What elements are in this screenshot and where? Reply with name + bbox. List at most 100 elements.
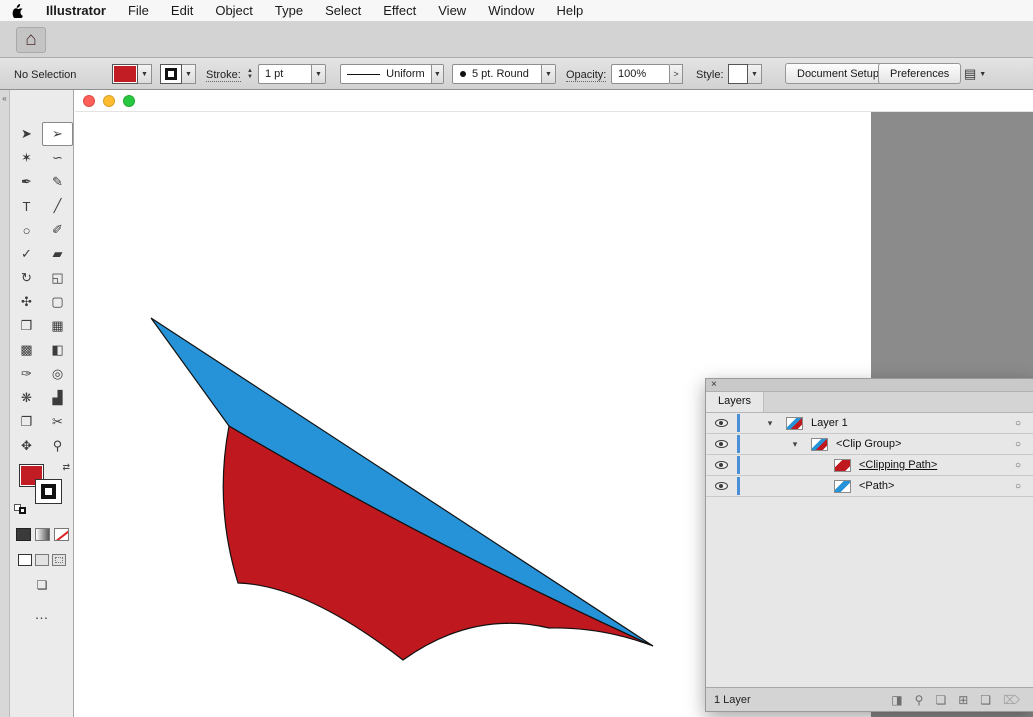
expand-chevron-icon[interactable]: ▾ <box>764 418 776 429</box>
perspective-grid-tool[interactable]: ▦ <box>42 314 73 338</box>
free-transform-tool[interactable]: ▢ <box>42 290 73 314</box>
menu-type[interactable]: Type <box>275 3 303 18</box>
default-fill-stroke-icon[interactable] <box>14 504 26 514</box>
collect-for-export-icon[interactable]: ❏ <box>935 693 946 707</box>
close-window-button[interactable] <box>83 94 95 107</box>
ellipse-tool[interactable]: ○ <box>11 218 42 242</box>
delete-selection-icon[interactable]: ⌦ <box>1003 693 1020 707</box>
layer-row-path[interactable]: <Path> ○ <box>706 476 1033 497</box>
new-sublayer-icon[interactable]: ⊞ <box>958 693 968 707</box>
target-circle-icon[interactable]: ○ <box>1015 418 1021 429</box>
stroke-color-swatch[interactable] <box>160 64 182 84</box>
screen-mode-icon[interactable]: ❏ <box>10 578 74 592</box>
gradient-mode-button[interactable] <box>34 528 50 541</box>
brush-dropdown-icon[interactable]: ▼ <box>541 65 555 83</box>
new-layer-icon[interactable]: ❑ <box>980 693 991 707</box>
collapse-panels-icon[interactable]: « <box>2 94 6 103</box>
hand-tool[interactable]: ✥ <box>11 434 42 458</box>
menu-window[interactable]: Window <box>488 3 534 18</box>
layer-row-clipping-path[interactable]: <Clipping Path> ○ <box>706 455 1033 476</box>
curvature-tool[interactable]: ✎ <box>42 170 73 194</box>
menu-edit[interactable]: Edit <box>171 3 193 18</box>
zoom-tool[interactable]: ⚲ <box>42 434 73 458</box>
magic-wand-tool[interactable]: ✶ <box>11 146 42 170</box>
color-mode-button[interactable] <box>15 528 31 541</box>
paintbrush-tool[interactable]: ✐ <box>42 218 73 242</box>
visibility-eye-icon[interactable] <box>714 482 728 490</box>
swap-fill-stroke-icon[interactable]: ⇄ <box>62 462 70 473</box>
fill-dropdown-icon[interactable]: ▼ <box>138 64 152 84</box>
draw-inside-icon[interactable] <box>52 554 66 566</box>
stroke-dropdown-icon[interactable]: ▼ <box>182 64 196 84</box>
arrange-documents-control[interactable]: ▤ ▼ <box>964 66 986 82</box>
draw-behind-icon[interactable] <box>35 554 49 566</box>
line-segment-tool[interactable]: ╱ <box>42 194 73 218</box>
visibility-eye-icon[interactable] <box>714 440 728 448</box>
menu-file[interactable]: File <box>128 3 149 18</box>
shaper-tool[interactable]: ✓ <box>11 242 42 266</box>
minimize-window-button[interactable] <box>103 94 115 107</box>
blend-tool[interactable]: ◎ <box>42 362 73 386</box>
stroke-weight-stepper[interactable]: ▲ ▼ <box>247 64 253 84</box>
direct-selection-tool[interactable]: ➢ <box>42 122 73 146</box>
target-circle-icon[interactable]: ○ <box>1015 460 1021 471</box>
stroke-panel-link[interactable]: Stroke: <box>206 69 241 82</box>
menu-object[interactable]: Object <box>215 3 253 18</box>
make-release-clipping-mask-icon[interactable]: ◨ <box>891 693 902 707</box>
preferences-button[interactable]: Preferences <box>878 63 962 84</box>
home-button[interactable]: ⌂ <box>16 26 46 53</box>
draw-normal-icon[interactable] <box>18 554 32 566</box>
visibility-eye-icon[interactable] <box>714 419 728 427</box>
menu-view[interactable]: View <box>438 3 466 18</box>
symbol-sprayer-tool[interactable]: ❋ <box>11 386 42 410</box>
selection-tool[interactable]: ➤ <box>11 122 42 146</box>
red-clipping-path-shape[interactable] <box>222 425 654 661</box>
app-menu-illustrator[interactable]: Illustrator <box>46 3 106 18</box>
layer-row-clip-group[interactable]: ▾ <Clip Group> ○ <box>706 434 1033 455</box>
none-mode-button[interactable] <box>53 528 69 541</box>
stroke-weight-combo[interactable]: 1 pt ▼ <box>258 64 326 84</box>
stroke-weight-dropdown-icon[interactable]: ▼ <box>311 65 325 83</box>
mesh-tool[interactable]: ▩ <box>11 338 42 362</box>
stroke-proxy-swatch[interactable] <box>35 479 62 504</box>
artboard-tool[interactable]: ❐ <box>11 410 42 434</box>
close-panel-icon[interactable]: × <box>711 380 717 390</box>
eraser-tool[interactable]: ▰ <box>42 242 73 266</box>
eyedropper-tool[interactable]: ✑ <box>11 362 42 386</box>
stroke-color-control[interactable]: ▼ <box>160 64 196 84</box>
graphic-style-control[interactable]: ▼ <box>728 64 762 84</box>
width-tool[interactable]: ✣ <box>11 290 42 314</box>
column-graph-tool[interactable]: ▟ <box>42 386 73 410</box>
graphic-style-dropdown-icon[interactable]: ▼ <box>748 64 762 84</box>
menu-effect[interactable]: Effect <box>383 3 416 18</box>
expand-chevron-icon[interactable]: ▾ <box>789 439 801 450</box>
zoom-window-button[interactable] <box>123 94 135 107</box>
graphic-style-swatch[interactable] <box>728 64 748 84</box>
pen-tool[interactable]: ✒ <box>11 170 42 194</box>
gradient-tool[interactable]: ◧ <box>42 338 73 362</box>
opacity-field[interactable]: 100% <box>611 64 670 84</box>
menu-help[interactable]: Help <box>556 3 583 18</box>
variable-width-profile-combo[interactable]: Uniform ▼ <box>340 64 444 84</box>
document-setup-button[interactable]: Document Setup <box>785 63 891 84</box>
locate-object-icon[interactable]: ⚲ <box>915 693 924 707</box>
target-circle-icon[interactable]: ○ <box>1015 439 1021 450</box>
type-tool[interactable]: T <box>11 194 42 218</box>
stroke-profile-dropdown-icon[interactable]: ▼ <box>430 65 443 83</box>
apple-menu-icon[interactable] <box>12 3 24 18</box>
lasso-tool[interactable]: ∽ <box>42 146 73 170</box>
shape-builder-tool[interactable]: ❒ <box>11 314 42 338</box>
tab-layers[interactable]: Layers <box>706 392 765 412</box>
opacity-panel-link[interactable]: Opacity: <box>566 69 607 82</box>
fill-color-swatch[interactable] <box>112 64 138 84</box>
target-circle-icon[interactable]: ○ <box>1015 481 1021 492</box>
edit-toolbar-icon[interactable]: … <box>10 606 74 622</box>
rotate-tool[interactable]: ↻ <box>11 266 42 290</box>
brush-definition-combo[interactable]: 5 pt. Round ▼ <box>452 64 556 84</box>
fill-color-control[interactable]: ▼ <box>112 64 152 84</box>
layer-row-layer1[interactable]: ▾ Layer 1 ○ <box>706 413 1033 434</box>
scale-tool[interactable]: ◱ <box>42 266 73 290</box>
visibility-eye-icon[interactable] <box>714 461 728 469</box>
opacity-more-button[interactable]: > <box>670 64 683 84</box>
slice-tool[interactable]: ✂ <box>42 410 73 434</box>
